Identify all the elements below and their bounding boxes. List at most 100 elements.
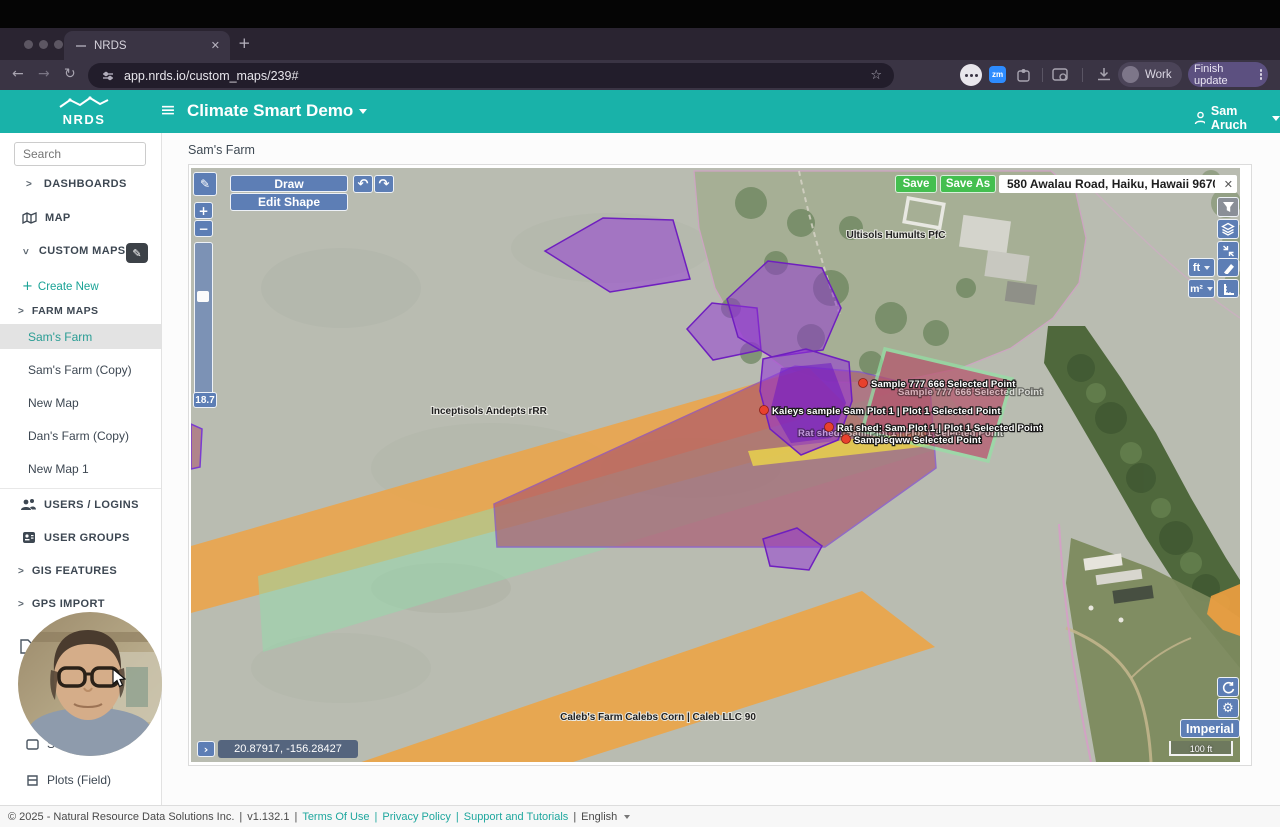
sample-marker[interactable] [824,422,834,432]
layers-icon [1221,222,1235,236]
farm-map-item[interactable]: New Map [28,390,79,415]
zoom-slider-thumb[interactable] [197,291,209,302]
zoom-in-button[interactable]: + [194,202,213,219]
url-input[interactable] [122,67,806,84]
sidebar-item-map[interactable]: MAP [22,212,71,224]
map-address-bar[interactable]: ✕ [999,175,1237,193]
farm-map-item[interactable]: Sam's Farm [0,324,161,349]
chevron-down-icon: > [19,248,31,254]
support-link[interactable]: Support and Tutorials [464,811,569,823]
address-bar[interactable]: ☆ [88,63,894,88]
tab-favicon [76,44,86,47]
sample-marker[interactable] [858,378,868,388]
satellite-map[interactable]: Ultisols Humults PfC Inceptisols Andepts… [191,168,1240,762]
draw-button[interactable]: Draw [230,175,348,192]
length-unit-dropdown[interactable]: ft [1188,258,1215,277]
reload-icon[interactable]: ↻ [64,67,76,81]
area-ruler-icon [1223,283,1234,295]
coordinates-readout: 20.87917, -156.28427 [218,740,358,758]
mauve-sliver[interactable] [191,423,203,470]
bookmark-star-icon[interactable]: ☆ [870,69,882,82]
soil-label: Ultisols Humults PfC [847,230,946,241]
sidebar-item-users-logins[interactable]: USERS / LOGINS [20,498,139,511]
farm-map-item[interactable]: New Map 1 [28,456,89,481]
save-button[interactable]: Save [895,175,937,193]
sidebar-item-user-groups[interactable]: USER GROUPS [22,531,130,544]
map-icon [22,212,37,224]
toolbar-divider [1042,68,1043,82]
layers-button[interactable] [1217,219,1239,239]
sample-marker[interactable] [759,405,769,415]
browser-menu-icon[interactable] [1259,68,1262,82]
zoom-out-button[interactable]: − [194,220,213,237]
logo-text: NRDS [62,112,106,127]
expand-coordinates-button[interactable]: › [197,741,215,757]
privacy-link[interactable]: Privacy Policy [382,811,450,823]
draw-tool-button[interactable]: ✎ [193,172,217,196]
nrds-logo[interactable]: NRDS [56,96,112,127]
sidebar-item-farm-maps[interactable]: > FARM MAPS [18,305,98,317]
address-close-icon[interactable]: ✕ [1224,179,1233,190]
sidebar-item-dashboards[interactable]: > DASHBOARDS [26,178,127,190]
footer-separator: | [374,810,378,823]
screenshot-icon[interactable] [1052,67,1072,83]
sidebar-item-plots-field[interactable]: Plots (Field) [26,773,111,787]
forward-icon[interactable]: → [38,67,50,81]
sample-marker[interactable] [841,434,851,444]
refresh-button[interactable] [1217,677,1239,697]
scale-bar: 100 ft [1169,741,1233,756]
caret-down-icon [1206,286,1213,291]
back-icon[interactable]: ← [12,67,24,81]
create-new-button[interactable]: + Create New [22,280,99,293]
tab-title: NRDS [94,39,127,52]
edit-shape-button[interactable]: Edit Shape [230,193,348,211]
redo-button[interactable]: ↷ [374,175,394,193]
zoom-extension-icon[interactable]: zm [989,66,1006,83]
refresh-icon [1222,681,1235,693]
farm-map-item[interactable]: Sam's Farm (Copy) [28,357,132,382]
download-icon[interactable] [1096,67,1112,83]
footer-separator: | [294,810,298,823]
search-input[interactable] [14,142,146,166]
footer-separator: | [455,810,459,823]
funnel-icon [1222,202,1234,212]
sidebar-item-gps-import[interactable]: > GPS IMPORT [18,598,105,610]
area-unit-dropdown[interactable]: m² [1188,279,1215,298]
settings-button[interactable]: ⚙ [1217,698,1239,718]
edit-maps-button[interactable]: ✎ [126,243,148,263]
farm-map-item[interactable]: Dan's Farm (Copy) [28,423,129,448]
puzzle-extension-icon[interactable] [1015,66,1033,84]
user-icon [1194,111,1205,125]
zoom-level-badge: 18.7 [193,392,217,408]
extension-icon[interactable] [960,64,982,86]
zoom-slider[interactable] [194,242,213,397]
browser-profile-button[interactable]: Work [1118,62,1182,87]
hamburger-icon[interactable]: ≡ [160,101,176,120]
browser-tab[interactable]: NRDS ✕ [64,31,230,60]
user-menu[interactable]: Sam Aruch [1194,104,1280,132]
terms-link[interactable]: Terms Of Use [302,811,369,823]
new-tab-button[interactable]: + [238,36,251,51]
map-address-input[interactable] [1005,176,1217,192]
org-selector[interactable]: Climate Smart Demo [187,101,368,121]
language-selector[interactable]: English [581,811,617,823]
measure-area-button[interactable] [1217,279,1239,298]
sidebar-item-custom-maps[interactable]: > CUSTOM MAPS [19,245,126,257]
sidebar-divider [0,488,161,489]
plus-icon: + [22,279,33,294]
site-info-icon[interactable] [102,70,114,82]
footer-separator: | [239,810,243,823]
measure-length-button[interactable] [1217,258,1239,277]
map-viewport[interactable]: Ultisols Humults PfC Inceptisols Andepts… [191,168,1240,762]
page-title: Sam's Farm [188,143,255,157]
unit-system-button[interactable]: Imperial [1180,719,1240,738]
chevron-right-icon: > [18,305,24,317]
finish-update-button[interactable]: Finish update [1188,62,1268,87]
undo-button[interactable]: ↶ [353,175,373,193]
save-as-button[interactable]: Save As [940,175,996,193]
caret-down-icon [624,814,631,819]
sidebar-item-gis-features[interactable]: > GIS FEATURES [18,565,117,577]
filter-button[interactable] [1217,197,1239,217]
tab-close-icon[interactable]: ✕ [211,40,220,51]
id-card-icon [23,532,35,543]
